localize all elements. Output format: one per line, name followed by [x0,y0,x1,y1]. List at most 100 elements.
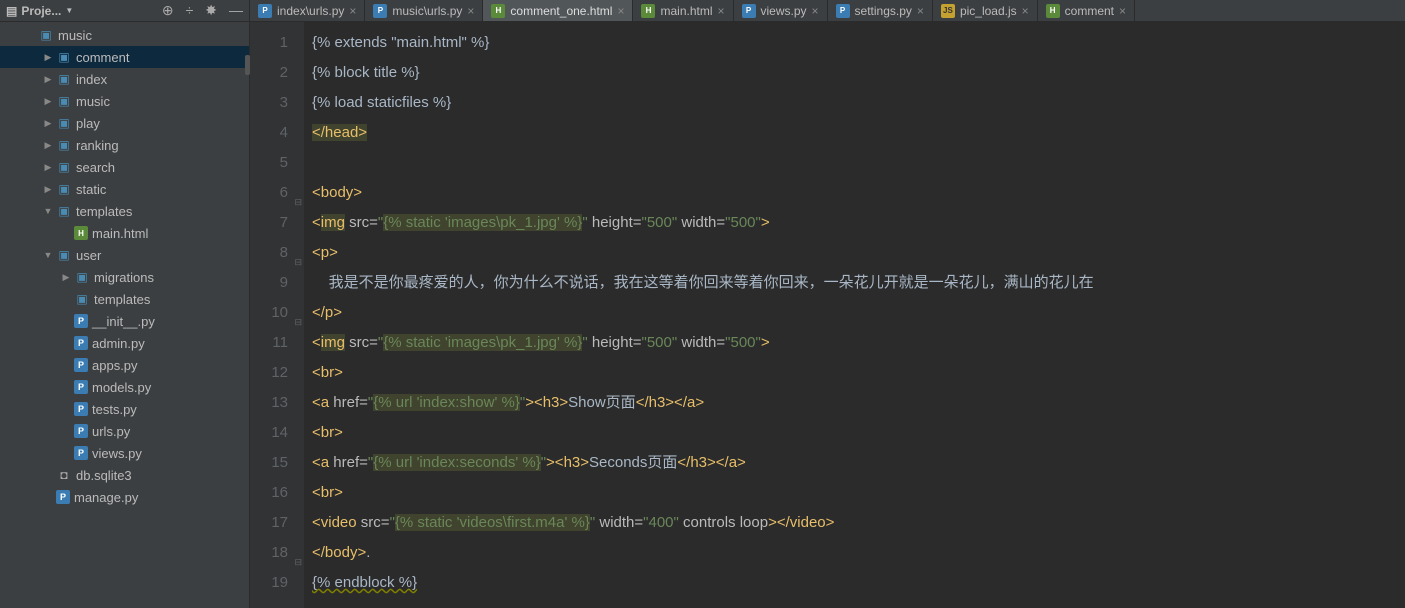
tree-label: search [76,160,115,175]
fold-icon[interactable]: ⊟ [294,307,302,337]
tree-item-models-py[interactable]: Pmodels.py [0,376,249,398]
code-editor[interactable]: 123456⊟78⊟910⊟1112131415161718⊟19 {% ext… [250,22,1405,608]
tree-label: migrations [94,270,154,285]
tree-arrow[interactable] [42,74,54,85]
tree-arrow[interactable] [42,162,54,173]
line-number: 13 [250,388,288,418]
tree-item-tests-py[interactable]: Ptests.py [0,398,249,420]
line-number: 12 [250,358,288,388]
tree-item-user[interactable]: ▣user [0,244,249,266]
tab-views-py[interactable]: Pviews.py× [734,0,828,21]
tree-item-templates[interactable]: ▣templates [0,288,249,310]
close-icon[interactable]: × [718,4,725,18]
code-line[interactable]: </head> [312,118,1405,148]
tree-item-manage-py[interactable]: Pmanage.py [0,486,249,508]
locate-icon[interactable]: ⊕ [162,2,174,19]
tree-label: templates [76,204,132,219]
tab-main-html[interactable]: Hmain.html× [633,0,733,21]
tree-item-admin-py[interactable]: Padmin.py [0,332,249,354]
tree-arrow[interactable] [42,140,54,151]
tree-arrow[interactable] [42,184,54,195]
close-icon[interactable]: × [1022,4,1029,18]
code-line[interactable]: <p> [312,238,1405,268]
tree-label: templates [94,292,150,307]
tree-item-db-sqlite3[interactable]: ◘db.sqlite3 [0,464,249,486]
line-number: 16 [250,478,288,508]
py-file-icon: P [836,4,850,18]
line-number: 5 [250,148,288,178]
editor-tabs: Pindex\urls.py×Pmusic\urls.py×Hcomment_o… [250,0,1405,22]
tab-pic-load-js[interactable]: JSpic_load.js× [933,0,1038,21]
collapse-icon[interactable]: ÷ [186,2,194,19]
tree-item-music[interactable]: ▣music [0,24,249,46]
tree-arrow[interactable] [60,272,72,283]
code-line[interactable]: <img src="{% static 'images\pk_1.jpg' %}… [312,208,1405,238]
code-line[interactable]: {% block title %} [312,58,1405,88]
code-line[interactable]: </body>. [312,538,1405,568]
close-icon[interactable]: × [349,4,356,18]
code-source[interactable]: {% extends "main.html" %}{% block title … [304,22,1405,608]
tab-label: views.py [761,4,807,18]
code-line[interactable]: <br> [312,358,1405,388]
project-panel-title[interactable]: ▤ Proje... ▼ [6,4,73,18]
tab-comment-one-html[interactable]: Hcomment_one.html× [483,0,633,21]
tab-comment[interactable]: Hcomment× [1038,0,1135,21]
fold-icon[interactable]: ⊟ [294,547,302,577]
html-file-icon: H [641,4,655,18]
code-line[interactable]: <br> [312,418,1405,448]
dir-mod-icon: ▣ [56,159,72,175]
py-icon: P [56,490,70,504]
gear-icon[interactable]: ✸ [205,2,217,19]
fold-icon[interactable]: ⊟ [294,187,302,217]
project-tree[interactable]: ▣music▣comment▣index▣music▣play▣ranking▣… [0,22,249,608]
dir-mod-icon: ▣ [56,49,72,65]
code-line[interactable]: <a href="{% url 'index:show' %}"><h3>Sho… [312,388,1405,418]
code-line[interactable]: {% extends "main.html" %} [312,28,1405,58]
tree-item-apps-py[interactable]: Papps.py [0,354,249,376]
code-line[interactable]: <video src="{% static 'videos\first.m4a'… [312,508,1405,538]
code-line[interactable]: </p> [312,298,1405,328]
tree-item-ranking[interactable]: ▣ranking [0,134,249,156]
tree-arrow[interactable] [42,206,54,216]
tree-item-static[interactable]: ▣static [0,178,249,200]
tree-item-main-html[interactable]: Hmain.html [0,222,249,244]
code-line[interactable]: {% load staticfiles %} [312,88,1405,118]
tree-arrow[interactable] [42,96,54,107]
tree-label: db.sqlite3 [76,468,132,483]
py-icon: P [74,314,88,328]
tree-item-templates[interactable]: ▣templates [0,200,249,222]
dir-mod-icon: ▣ [38,27,54,43]
line-number: 14 [250,418,288,448]
tree-item-comment[interactable]: ▣comment [0,46,249,68]
close-icon[interactable]: × [617,4,624,18]
tab-music-urls-py[interactable]: Pmusic\urls.py× [365,0,483,21]
code-line[interactable]: 我是不是你最疼爱的人，你为什么不说话，我在这等着你回来等着你回来，一朵花儿开就是… [312,268,1405,298]
close-icon[interactable]: × [1119,4,1126,18]
tree-arrow[interactable] [42,118,54,129]
code-line[interactable] [312,148,1405,178]
close-icon[interactable]: × [917,4,924,18]
code-line[interactable]: <body> [312,178,1405,208]
code-line[interactable]: <img src="{% static 'images\pk_1.jpg' %}… [312,328,1405,358]
tree-item-views-py[interactable]: Pviews.py [0,442,249,464]
tree-item-migrations[interactable]: ▣migrations [0,266,249,288]
tree-label: __init__.py [92,314,155,329]
tree-item-play[interactable]: ▣play [0,112,249,134]
tree-item-index[interactable]: ▣index [0,68,249,90]
code-line[interactable]: <a href="{% url 'index:seconds' %}"><h3>… [312,448,1405,478]
tab-index-urls-py[interactable]: Pindex\urls.py× [250,0,365,21]
project-panel-title-text: Proje... [21,4,61,18]
tree-item-music[interactable]: ▣music [0,90,249,112]
code-line[interactable]: <br> [312,478,1405,508]
tree-arrow[interactable] [42,250,54,260]
tree-item---init---py[interactable]: P __init__.py [0,310,249,332]
close-icon[interactable]: × [467,4,474,18]
tree-arrow[interactable] [42,52,54,63]
hide-icon[interactable]: — [229,2,243,19]
close-icon[interactable]: × [812,4,819,18]
tree-item-urls-py[interactable]: Purls.py [0,420,249,442]
fold-icon[interactable]: ⊟ [294,247,302,277]
code-line[interactable]: {% endblock %} [312,568,1405,598]
tab-settings-py[interactable]: Psettings.py× [828,0,933,21]
tree-item-search[interactable]: ▣ search [0,156,249,178]
